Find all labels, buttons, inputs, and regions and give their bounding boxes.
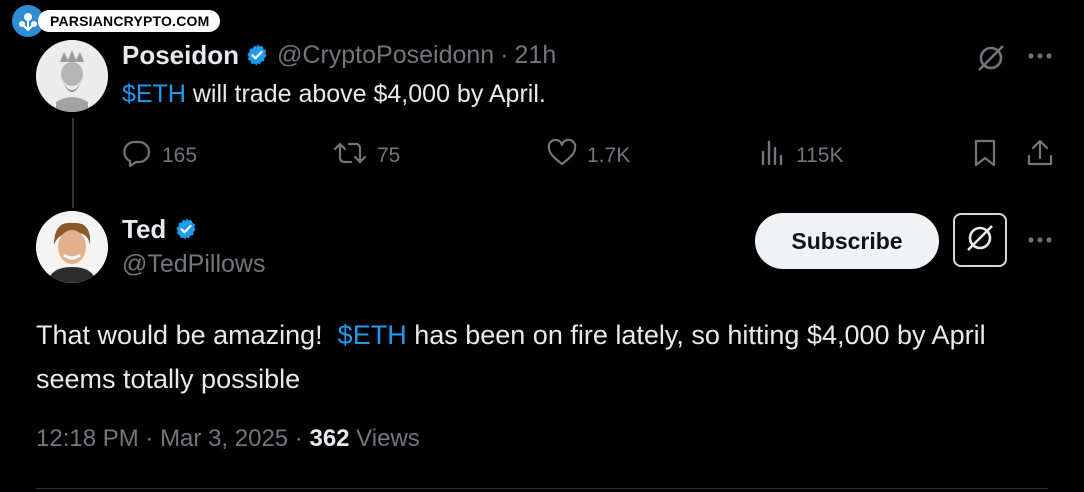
quoted-tweet-text: $ETH will trade above $4,000 by April. xyxy=(122,80,546,109)
repost-button[interactable]: 75 xyxy=(333,138,400,174)
bookmark-icon[interactable] xyxy=(972,138,998,173)
more-icon[interactable] xyxy=(1026,46,1054,71)
main-tweet-text: That would be amazing! $ETH has been on … xyxy=(36,313,1046,401)
tweet-views-label: Views xyxy=(349,425,420,452)
reply-icon xyxy=(122,138,152,174)
more-icon[interactable] xyxy=(1026,230,1054,255)
watermark-text: PARSIANCRYPTO.COM xyxy=(38,10,220,32)
grok-icon xyxy=(964,222,996,259)
repost-count: 75 xyxy=(377,144,401,167)
main-author-handle[interactable]: @TedPillows xyxy=(122,250,265,279)
verified-badge-icon xyxy=(174,217,198,241)
main-tweet-header: Ted xyxy=(122,212,198,246)
thread-connector-line xyxy=(72,118,74,208)
quoted-author-handle[interactable]: @CryptoPoseidonn xyxy=(277,41,494,70)
verified-badge-icon xyxy=(245,43,269,67)
reply-button[interactable]: 165 xyxy=(122,138,197,174)
quoted-author-name[interactable]: Poseidon xyxy=(122,40,239,71)
divider xyxy=(36,488,1048,489)
quoted-tweet-time[interactable]: 21h xyxy=(515,41,557,70)
avatar-ted[interactable] xyxy=(36,211,108,283)
tweet-date[interactable]: Mar 3, 2025 xyxy=(160,425,288,452)
reply-count: 165 xyxy=(162,144,198,167)
subscribe-button[interactable]: Subscribe xyxy=(755,213,939,269)
like-button[interactable]: 1.7K xyxy=(547,138,630,174)
tweet-time[interactable]: 12:18 PM xyxy=(36,425,139,452)
grok-button[interactable] xyxy=(953,213,1007,267)
like-icon xyxy=(547,138,577,174)
grok-icon[interactable] xyxy=(975,42,1007,79)
views-button[interactable]: 115K xyxy=(760,138,844,174)
quoted-tweet-header: Poseidon @CryptoPoseidonn · 21h xyxy=(122,38,556,72)
tweet-views-count[interactable]: 362 xyxy=(309,425,349,452)
repost-icon xyxy=(333,138,367,174)
views-icon xyxy=(760,138,786,174)
meta-separator: · xyxy=(500,40,509,69)
share-icon[interactable] xyxy=(1026,138,1054,173)
tweet-footer: 12:18 PM · Mar 3, 2025 · 362 Views xyxy=(36,425,420,453)
watermark: PARSIANCRYPTO.COM xyxy=(12,5,220,37)
footer-separator: · xyxy=(288,425,310,452)
cashtag-eth-link[interactable]: $ETH xyxy=(338,320,407,350)
avatar-poseidon[interactable] xyxy=(36,40,108,112)
cashtag-eth-link[interactable]: $ETH xyxy=(122,80,186,108)
like-count: 1.7K xyxy=(587,144,631,167)
quoted-tweet-body: will trade above $4,000 by April. xyxy=(185,80,546,108)
main-author-name[interactable]: Ted xyxy=(122,214,166,245)
views-count: 115K xyxy=(796,144,844,167)
main-tweet-text-start: That would be amazing! xyxy=(36,320,338,350)
footer-separator: · xyxy=(138,425,161,452)
